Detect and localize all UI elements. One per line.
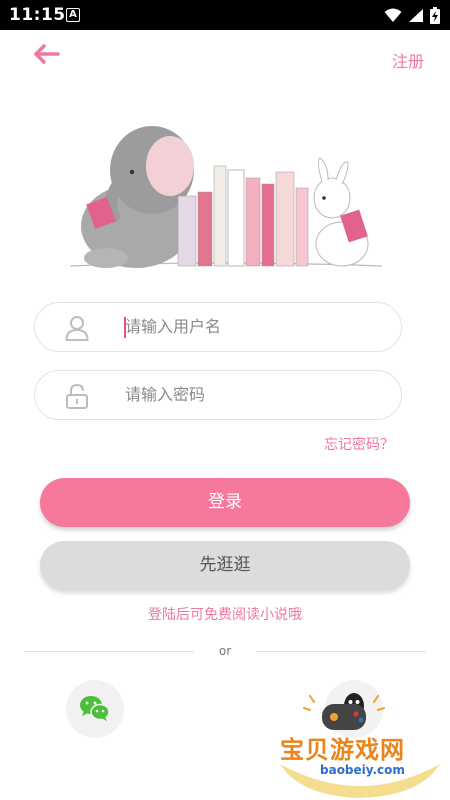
watermark-title: 宝贝游戏网 bbox=[280, 736, 405, 764]
watermark-url: baobeiy.com bbox=[320, 763, 405, 777]
signal-icon bbox=[409, 8, 423, 22]
user-icon bbox=[65, 316, 89, 341]
divider-line-right bbox=[256, 651, 426, 652]
or-divider: or bbox=[24, 642, 426, 662]
register-link[interactable]: 注册 bbox=[392, 48, 424, 72]
wechat-login-button[interactable] bbox=[66, 680, 124, 738]
browse-as-guest-button[interactable]: 先逛逛 bbox=[40, 541, 410, 590]
forgot-password-link[interactable]: 忘记密码？ bbox=[324, 434, 394, 454]
wifi-icon bbox=[384, 8, 402, 22]
login-button[interactable]: 登录 bbox=[40, 478, 410, 527]
back-button[interactable] bbox=[30, 38, 66, 70]
username-field[interactable]: 请输入用户名 bbox=[34, 302, 402, 352]
username-placeholder: 请输入用户名 bbox=[125, 317, 222, 336]
status-time: 11:15 bbox=[9, 5, 66, 25]
wechat-icon bbox=[80, 696, 110, 721]
site-watermark: 宝贝游戏网 baobeiy.com bbox=[270, 690, 450, 800]
status-bar: 11:15 A bbox=[0, 0, 450, 30]
login-hint: 登陆后可免费阅读小说哦 bbox=[148, 607, 302, 623]
password-field[interactable]: 请输入密码 bbox=[34, 370, 402, 420]
arrow-left-icon bbox=[34, 44, 60, 64]
elephant-rabbit-books-illustration bbox=[66, 108, 386, 278]
lock-icon bbox=[66, 383, 88, 409]
notification-badge: A bbox=[66, 8, 80, 22]
password-placeholder: 请输入密码 bbox=[125, 385, 206, 404]
status-icons bbox=[384, 6, 440, 24]
battery-charging-icon bbox=[430, 6, 440, 24]
